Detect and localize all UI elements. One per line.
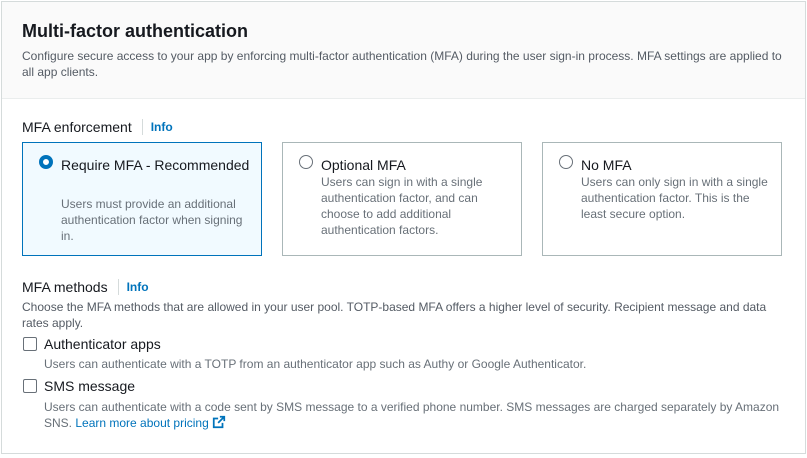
require-mfa-title: Require MFA - Recommended — [61, 157, 250, 173]
no-mfa-radio[interactable] — [559, 155, 573, 169]
panel-header: Multi-factor authentication Configure se… — [2, 2, 805, 99]
mfa-methods-description: Choose the MFA methods that are allowed … — [22, 300, 767, 330]
no-mfa-description: Users can only sign in with a single aut… — [581, 175, 768, 221]
sms-message-checkbox[interactable] — [23, 379, 37, 393]
mfa-methods-label-row: MFA methods Info — [22, 279, 149, 295]
learn-more-pricing-text[interactable]: Learn more about pricing — [75, 416, 208, 430]
optional-mfa-description: Users can sign in with a single authenti… — [321, 175, 483, 237]
panel-description: Configure secure access to your app by e… — [22, 49, 782, 79]
authenticator-apps-label[interactable]: Authenticator apps — [44, 336, 161, 352]
sms-message-description: Users can authenticate with a code sent … — [44, 399, 794, 433]
mfa-enforcement-label-row: MFA enforcement Info — [22, 119, 173, 135]
panel-title: Multi-factor authentication — [22, 21, 248, 41]
optional-mfa-tile[interactable]: Optional MFA Users can sign in with a si… — [282, 142, 522, 256]
mfa-enforcement-info-link[interactable]: Info — [151, 120, 173, 134]
external-link-icon[interactable] — [212, 415, 226, 433]
mfa-panel: Multi-factor authentication Configure se… — [1, 1, 806, 454]
info-separator — [141, 119, 143, 135]
require-mfa-description: Users must provide an additional authent… — [61, 197, 243, 243]
optional-mfa-title: Optional MFA — [321, 157, 406, 173]
info-separator — [117, 279, 119, 295]
learn-more-pricing-link[interactable]: Learn more about pricing — [75, 415, 226, 433]
mfa-enforcement-label: MFA enforcement — [22, 119, 132, 135]
mfa-methods-label: MFA methods — [22, 279, 108, 295]
sms-message-label[interactable]: SMS message — [44, 378, 135, 394]
require-mfa-radio[interactable] — [39, 155, 53, 169]
authenticator-apps-description: Users can authenticate with a TOTP from … — [44, 357, 587, 371]
authenticator-apps-checkbox[interactable] — [23, 337, 37, 351]
optional-mfa-radio[interactable] — [299, 155, 313, 169]
no-mfa-title: No MFA — [581, 157, 632, 173]
require-mfa-tile[interactable]: Require MFA - Recommended Users must pro… — [22, 142, 262, 256]
mfa-methods-info-link[interactable]: Info — [127, 280, 149, 294]
no-mfa-tile[interactable]: No MFA Users can only sign in with a sin… — [542, 142, 782, 256]
